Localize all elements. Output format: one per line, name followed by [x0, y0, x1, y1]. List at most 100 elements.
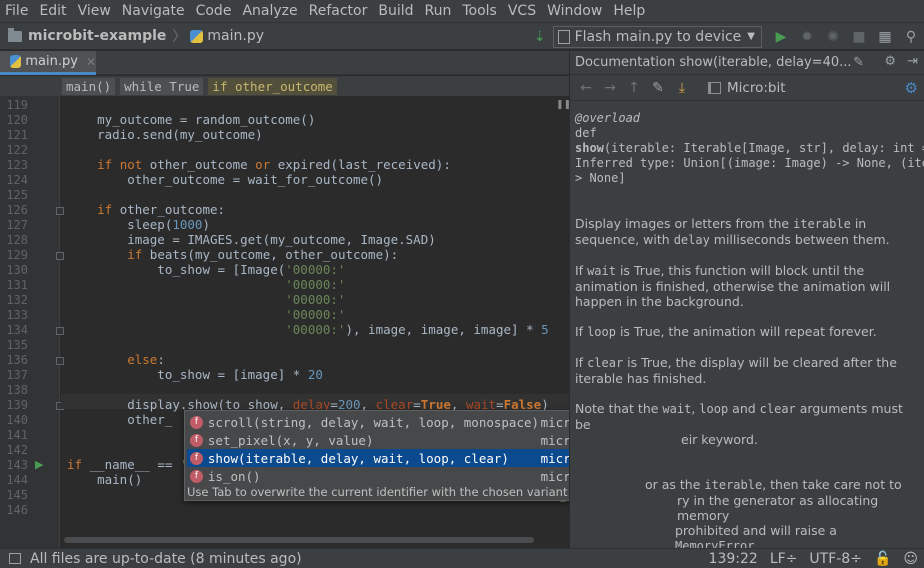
code-line: to_show = [image] * 20	[67, 367, 323, 382]
menu-run[interactable]: Run	[425, 3, 452, 19]
pin-icon[interactable]: ✎	[853, 55, 864, 70]
scope-main[interactable]: main()	[62, 77, 116, 95]
search-icon[interactable]: ⚲	[900, 26, 922, 48]
line-number: 129	[6, 248, 28, 262]
status-message: All files are up-to-date (8 minutes ago)	[30, 550, 302, 567]
line-separator[interactable]: LF÷	[770, 551, 798, 567]
run-gutter-icon[interactable]: ▶	[35, 458, 43, 471]
file-encoding[interactable]: UTF-8÷	[809, 551, 862, 567]
menu-window[interactable]: Window	[547, 3, 602, 19]
fold-marker[interactable]	[56, 357, 64, 365]
breadcrumb-project[interactable]: microbit-example	[8, 27, 167, 44]
menu-help[interactable]: Help	[613, 3, 645, 19]
build-icon[interactable]: ⇣	[529, 26, 551, 48]
line-number: 137	[6, 368, 28, 382]
project-structure-icon[interactable]: ▦	[874, 26, 896, 48]
documentation-panel: Documentation show(iterable, delay=40...…	[569, 51, 924, 553]
line-number: 123	[6, 158, 28, 172]
doc-inferred: Inferred type: Union[(image: Image) -> N…	[575, 156, 924, 170]
code-line: sleep(1000)	[67, 217, 210, 232]
fold-marker[interactable]	[56, 207, 64, 215]
function-icon: f	[190, 433, 203, 447]
status-widgets: 139:22 LF÷ UTF-8÷ 🔓 ☺	[697, 549, 918, 568]
line-gutter: 119 120 121 122 123 124 125 126 127 128 129 130 131 1…	[0, 96, 64, 548]
menu-navigate[interactable]: Navigate	[122, 3, 185, 19]
breadcrumb-file[interactable]: main.py	[190, 28, 264, 44]
tool-windows-icon[interactable]	[9, 553, 21, 564]
menu-vcs[interactable]: VCS	[508, 3, 536, 19]
stop-icon[interactable]: ■	[848, 26, 870, 48]
hide-icon[interactable]: ⇥	[907, 54, 918, 69]
line-number: 121	[6, 128, 28, 142]
python-file-icon	[10, 55, 22, 68]
close-icon[interactable]: ✕	[86, 55, 96, 69]
caret-position[interactable]: 139:22	[709, 551, 758, 567]
doc-inferred-cont: > None]	[575, 171, 626, 185]
file-name: main.py	[207, 28, 265, 44]
line-number: 141	[6, 428, 28, 442]
doc-body: @overload def show(iterable: Iterable[Im…	[575, 111, 924, 554]
library-icon	[708, 81, 721, 94]
line-number: 119	[6, 98, 28, 112]
code-line: to_show = [Image('00000:'	[67, 262, 346, 277]
code-line: '00000:'	[285, 292, 346, 307]
run-toolbar: ⇣ Flash main.py to device ▼ ▶ ✹ ✺ ■ ▦ ⚲	[527, 23, 924, 50]
doc-decorator: @overload	[575, 111, 641, 125]
project-name: microbit-example	[28, 28, 167, 44]
coverage-icon[interactable]: ✺	[822, 26, 844, 48]
code-line: image = IMAGES.get(my_outcome, Image.SAD…	[67, 232, 436, 247]
menu-code[interactable]: Code	[196, 3, 232, 19]
settings-icon[interactable]: ⚙	[905, 79, 918, 97]
line-number: 146	[6, 503, 28, 517]
line-number: 127	[6, 218, 28, 232]
edit-source-icon[interactable]: ✎	[648, 78, 668, 98]
code-line: other_outcome = wait_for_outcome()	[67, 172, 384, 187]
doc-module[interactable]: Micro:bit	[708, 80, 786, 96]
line-number: 131	[6, 278, 28, 292]
completion-signature: is_on()	[207, 468, 261, 484]
fold-marker[interactable]	[56, 252, 64, 260]
scroll-thumb[interactable]	[64, 537, 534, 543]
line-number: 133	[6, 308, 28, 322]
menu-analyze[interactable]: Analyze	[242, 3, 297, 19]
forward-icon[interactable]: →	[600, 78, 620, 98]
run-configuration-select[interactable]: Flash main.py to device ▼	[552, 25, 762, 48]
scope-while-true[interactable]: while True	[120, 77, 204, 95]
download-icon[interactable]: ⤓	[672, 78, 692, 98]
menu-file[interactable]: File	[5, 3, 28, 19]
line-number: 142	[6, 443, 28, 457]
up-icon[interactable]: ↑	[624, 78, 644, 98]
menu-tools[interactable]: Tools	[462, 3, 497, 19]
debug-icon[interactable]: ✹	[796, 26, 818, 48]
completion-signature: set_pixel(x, y, value)	[207, 432, 374, 448]
function-icon: f	[190, 451, 203, 465]
line-number: 122	[6, 143, 28, 157]
lock-icon[interactable]: 🔓	[874, 551, 891, 567]
doc-paragraph: Note that the wait, loop and clear argum…	[575, 401, 903, 447]
gear-icon[interactable]: ⚙	[884, 54, 896, 69]
menu-refactor[interactable]: Refactor	[309, 3, 368, 19]
completion-signature: show(iterable, delay, wait, loop, clear)	[207, 450, 509, 466]
inspector-icon[interactable]: ☺	[903, 551, 918, 567]
fold-marker[interactable]	[56, 327, 64, 335]
code-line: main()	[67, 472, 143, 487]
code-line: if beats(my_outcome, other_outcome):	[127, 247, 399, 262]
doc-sig-name: show	[575, 141, 604, 155]
code-line: else:	[127, 352, 165, 367]
doc-title: Documentation show(iterable, delay=40...	[575, 55, 852, 70]
line-number: 132	[6, 293, 28, 307]
horizontal-scrollbar[interactable]	[60, 536, 554, 544]
menu-build[interactable]: Build	[378, 3, 413, 19]
line-number: 124	[6, 173, 28, 187]
menu-view[interactable]: View	[78, 3, 111, 19]
run-icon[interactable]: ▶	[770, 26, 792, 48]
code-line: other_	[67, 412, 173, 427]
menu-edit[interactable]: Edit	[39, 3, 66, 19]
line-number: 138	[6, 383, 28, 397]
tab-main-py[interactable]: main.py ✕	[0, 51, 96, 75]
doc-signature: show(iterable: Iterable[Image, str], del…	[575, 141, 924, 156]
scope-if-other-outcome[interactable]: if other_outcome	[208, 77, 337, 95]
line-number: 128	[6, 233, 28, 247]
back-icon[interactable]: ←	[576, 78, 596, 98]
code-line: '00000:'	[285, 277, 346, 292]
